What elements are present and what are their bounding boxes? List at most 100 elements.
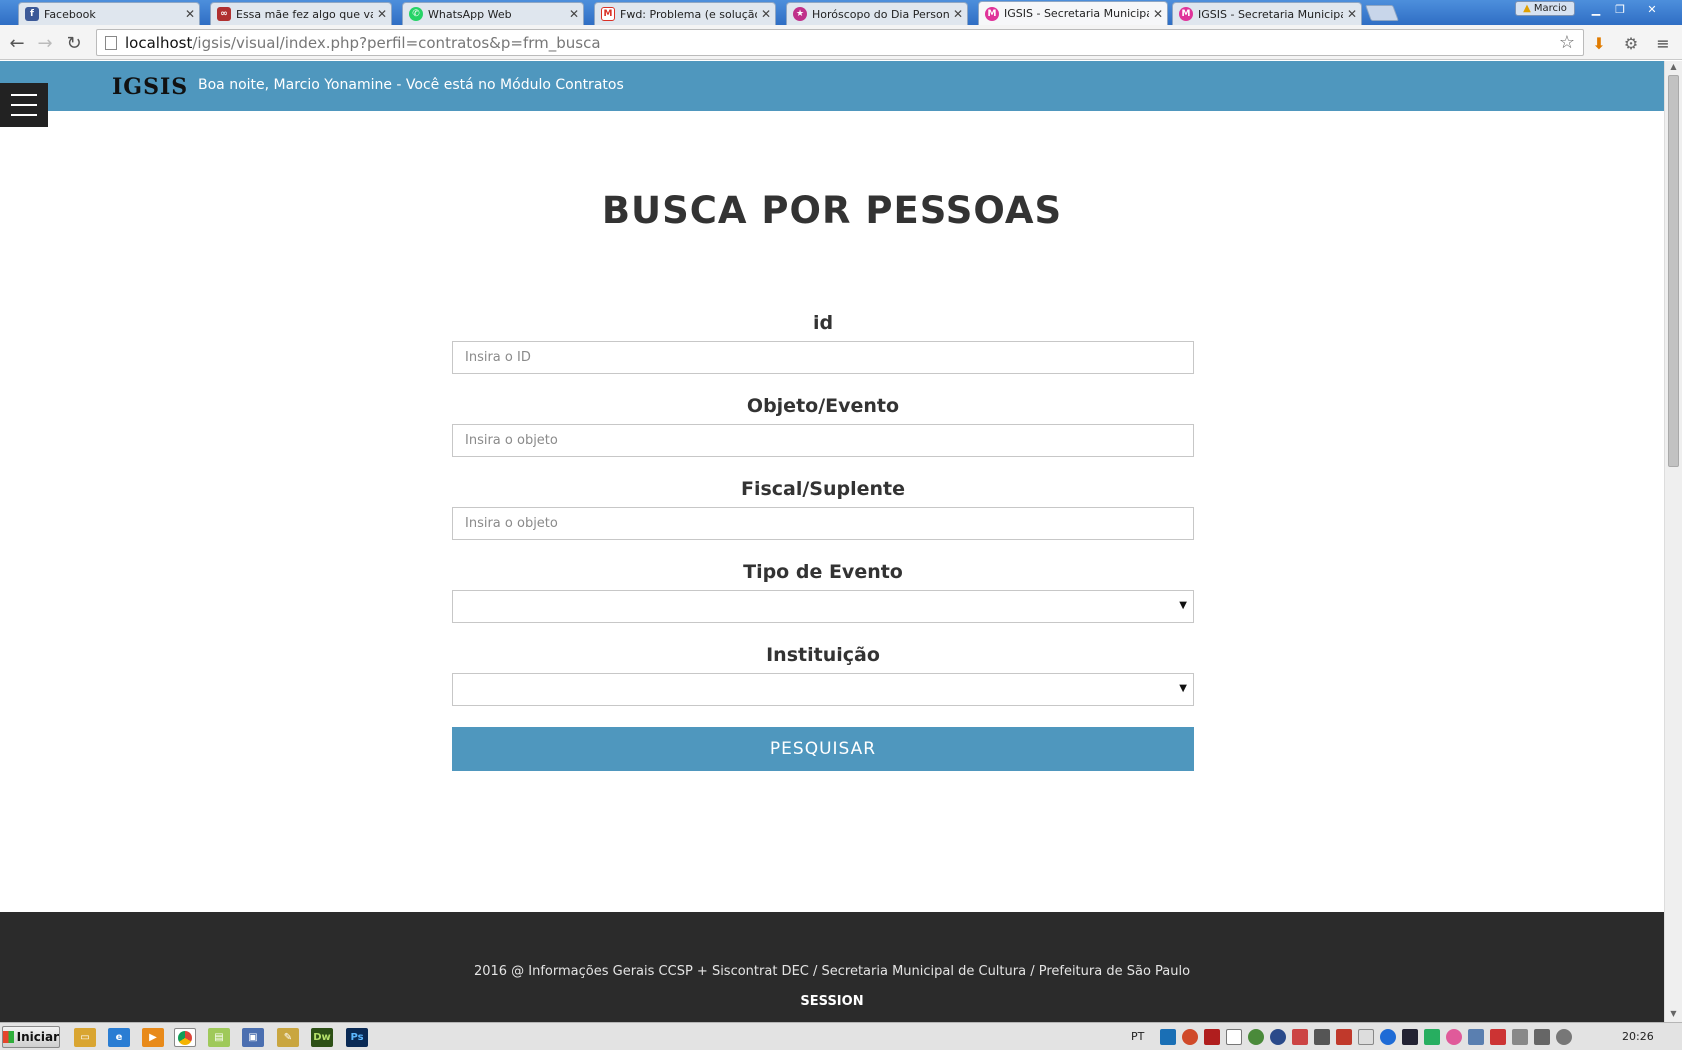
keyboard-icon[interactable]: [1358, 1029, 1374, 1045]
caret-down-icon: ▼: [1179, 600, 1187, 611]
tab-whatsapp[interactable]: ✆ WhatsApp Web ✕: [402, 2, 584, 25]
extension-icon[interactable]: ⚙: [1620, 32, 1642, 54]
steam-icon[interactable]: [1270, 1029, 1286, 1045]
browser-toolbar: ← → ↻ localhost/igsis/visual/index.php?p…: [0, 25, 1682, 60]
volume-icon[interactable]: [1336, 1029, 1352, 1045]
bookmark-star-icon[interactable]: ☆: [1559, 32, 1575, 53]
tab-facebook[interactable]: f Facebook ✕: [18, 2, 200, 25]
tab-label: Fwd: Problema (e solução) nc: [620, 7, 757, 21]
tipo-evento-select[interactable]: ▼: [452, 590, 1194, 623]
fiscal-input[interactable]: [452, 507, 1194, 540]
windows-icon[interactable]: [1226, 1029, 1242, 1045]
page-scrollbar[interactable]: ▲ ▼: [1664, 61, 1682, 1022]
tray-app-icon[interactable]: [1292, 1029, 1308, 1045]
reload-icon[interactable]: ↻: [62, 31, 86, 55]
address-bar[interactable]: localhost/igsis/visual/index.php?perfil=…: [96, 29, 1584, 56]
brand-logo[interactable]: IGSIS: [112, 74, 188, 100]
objeto-label: Objeto/Evento: [746, 395, 900, 417]
tab-label: IGSIS - Secretaria Municipal d: [1198, 7, 1343, 21]
tab-label: IGSIS - Secretaria Municipal d: [1004, 7, 1149, 20]
fiscal-label: Fiscal/Suplente: [740, 478, 906, 500]
tab-label: Facebook: [44, 7, 96, 21]
bluetooth-icon[interactable]: [1380, 1029, 1396, 1045]
page-icon: [105, 35, 117, 50]
tray-app-icon[interactable]: [1248, 1029, 1264, 1045]
clock[interactable]: 20:26: [1622, 1030, 1654, 1043]
star-icon: ★: [793, 7, 807, 21]
facebook-icon: f: [25, 7, 39, 21]
chrome-icon[interactable]: [174, 1028, 196, 1047]
browser-user-badge[interactable]: ▲ Marcio: [1515, 1, 1575, 16]
whatsapp-icon: ✆: [409, 7, 423, 21]
system-tray: [1160, 1026, 1572, 1048]
restore-icon[interactable]: ❐: [1608, 1, 1632, 17]
tray-app-icon[interactable]: [1490, 1029, 1506, 1045]
pesquisar-button[interactable]: PESQUISAR: [452, 727, 1194, 771]
footer-credits: 2016 @ Informações Gerais CCSP + Siscont…: [473, 964, 1191, 979]
media-player-icon[interactable]: ▶: [142, 1028, 164, 1047]
greeting-text: Boa noite, Marcio Yonamine - Você está n…: [198, 77, 624, 93]
dreamweaver-icon[interactable]: Dw: [311, 1028, 333, 1047]
minimize-icon[interactable]: ▁: [1584, 1, 1608, 17]
tray-app-icon[interactable]: [1160, 1029, 1176, 1045]
new-tab-button[interactable]: [1365, 5, 1399, 21]
folder-icon[interactable]: ▭: [74, 1028, 96, 1047]
power-icon[interactable]: [1534, 1029, 1550, 1045]
close-icon[interactable]: ✕: [181, 7, 199, 21]
network-icon[interactable]: [1468, 1029, 1484, 1045]
objeto-input[interactable]: [452, 424, 1194, 457]
monitor-icon[interactable]: [1402, 1029, 1418, 1045]
close-window-icon[interactable]: ✕: [1640, 1, 1664, 17]
id-label: id: [812, 312, 834, 334]
tool-icon[interactable]: ✎: [277, 1028, 299, 1047]
top-navbar: IGSIS Boa noite, Marcio Yonamine - Você …: [0, 61, 1664, 111]
id-input[interactable]: [452, 341, 1194, 374]
app-window-icon[interactable]: ▣: [242, 1028, 264, 1047]
close-icon[interactable]: ✕: [1149, 7, 1167, 21]
tab-igsis[interactable]: M IGSIS - Secretaria Municipal d ✕: [1172, 2, 1362, 25]
internet-explorer-icon[interactable]: e: [108, 1028, 130, 1047]
scrollbar-thumb[interactable]: [1668, 75, 1679, 467]
footer: 2016 @ Informações Gerais CCSP + Siscont…: [0, 912, 1664, 1022]
url-path: /igsis/visual/index.php?perfil=contratos…: [192, 33, 601, 52]
tab-igsis-active[interactable]: M IGSIS - Secretaria Municipal d ✕: [978, 1, 1168, 25]
acrobat-icon[interactable]: [1204, 1029, 1220, 1045]
close-icon[interactable]: ✕: [565, 7, 583, 21]
page-viewport: IGSIS Boa noite, Marcio Yonamine - Você …: [0, 61, 1664, 1022]
footer-session: SESSION: [800, 994, 864, 1009]
start-label: Iniciar: [16, 1030, 59, 1044]
url-host: localhost: [125, 33, 193, 52]
signal-icon[interactable]: [1512, 1029, 1528, 1045]
tab-article[interactable]: ∞ Essa mãe fez algo que vai se ✕: [210, 2, 392, 25]
close-icon[interactable]: ✕: [373, 7, 391, 21]
back-icon[interactable]: ←: [5, 31, 29, 55]
display-icon[interactable]: [1314, 1029, 1330, 1045]
tray-app-icon[interactable]: [1446, 1029, 1462, 1045]
menu-icon[interactable]: ≡: [1652, 32, 1674, 54]
scroll-down-icon[interactable]: ▼: [1665, 1009, 1682, 1021]
browser-user-name: Marcio: [1533, 3, 1567, 14]
language-indicator[interactable]: PT: [1131, 1030, 1144, 1043]
glasses-icon: ∞: [217, 7, 231, 21]
tab-label: Essa mãe fez algo que vai se: [236, 7, 373, 21]
start-button[interactable]: Iniciar: [2, 1026, 60, 1048]
close-icon[interactable]: ✕: [1343, 7, 1361, 21]
tray-app-icon[interactable]: [1182, 1029, 1198, 1045]
tray-app-icon[interactable]: [1424, 1029, 1440, 1045]
scroll-up-icon[interactable]: ▲: [1665, 62, 1682, 74]
speaker-icon[interactable]: [1556, 1029, 1572, 1045]
tab-horoscopo[interactable]: ★ Horóscopo do Dia Personaliza ✕: [786, 2, 968, 25]
igsis-icon: M: [1179, 7, 1193, 21]
caret-down-icon: ▼: [1179, 683, 1187, 694]
tab-gmail[interactable]: M Fwd: Problema (e solução) nc ✕: [594, 2, 776, 25]
forward-icon[interactable]: →: [33, 31, 57, 55]
download-icon[interactable]: ⬇: [1588, 32, 1610, 54]
close-icon[interactable]: ✕: [949, 7, 967, 21]
hamburger-menu-icon[interactable]: [0, 83, 48, 127]
page-title: BUSCA POR PESSOAS: [601, 189, 1063, 232]
photoshop-icon[interactable]: Ps: [346, 1028, 368, 1047]
instituicao-select[interactable]: ▼: [452, 673, 1194, 706]
explorer-window-icon[interactable]: ▤: [208, 1028, 230, 1047]
close-icon[interactable]: ✕: [757, 7, 775, 21]
tab-label: Horóscopo do Dia Personaliza: [812, 7, 949, 21]
